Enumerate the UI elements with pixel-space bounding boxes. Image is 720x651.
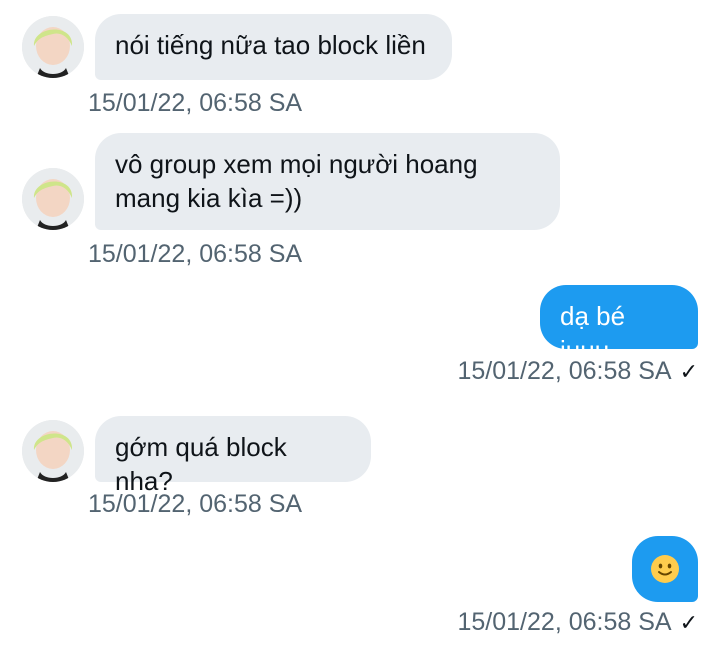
outgoing-message-bubble[interactable] [632,536,698,602]
avatar-image [22,16,84,78]
incoming-message-bubble[interactable]: gớm quá block nha? [95,416,371,496]
message-timestamp: 15/01/22, 06:58 SA ✓ [458,357,699,386]
sender-avatar[interactable] [22,168,84,230]
message-text: dạ bé iuuu [560,301,626,365]
timestamp-text: 15/01/22, 06:58 SA [457,608,672,636]
sender-avatar[interactable] [22,420,84,482]
message-timestamp: 15/01/22, 06:58 SA [88,490,303,518]
message-timestamp: 15/01/22, 06:58 SA [88,89,303,117]
check-icon: ✓ [679,610,698,635]
sender-avatar[interactable] [22,16,84,78]
message-text: nói tiếng nữa tao block liền [115,30,426,60]
incoming-message-bubble[interactable]: vô group xem mọi người hoang mang kia kì… [95,133,560,230]
avatar-image [22,420,84,482]
check-icon: ✓ [679,359,698,384]
message-timestamp: 15/01/22, 06:58 SA [88,240,303,268]
timestamp-text: 15/01/22, 06:58 SA [457,357,672,385]
outgoing-message-bubble[interactable]: dạ bé iuuu [540,285,698,365]
incoming-message-bubble[interactable]: nói tiếng nữa tao block liền [95,14,452,80]
slightly-smiling-face-icon [651,555,679,583]
avatar-image [22,168,84,230]
message-text: gớm quá block nha? [115,432,287,496]
message-timestamp: 15/01/22, 06:58 SA ✓ [458,608,699,637]
message-text: vô group xem mọi người hoang mang kia kì… [115,149,478,213]
